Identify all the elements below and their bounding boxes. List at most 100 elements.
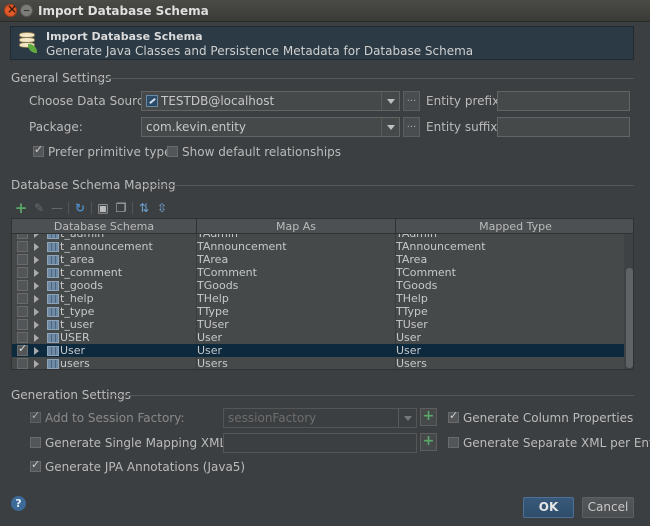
- row-checkbox[interactable]: [17, 358, 28, 369]
- table-row[interactable]: users Users Users: [12, 357, 624, 370]
- schema-cell: t_user: [60, 318, 94, 331]
- edit-icon[interactable]: ✎: [32, 201, 46, 215]
- schema-cell: t_comment: [60, 266, 123, 279]
- expand-arrow-icon[interactable]: [34, 334, 39, 342]
- column-properties-checkbox[interactable]: [448, 409, 459, 423]
- expand-arrow-icon[interactable]: [34, 360, 39, 368]
- session-factory-combo[interactable]: sessionFactory: [223, 408, 417, 428]
- row-checkbox[interactable]: [17, 241, 28, 252]
- table-row[interactable]: t_goods TGoods TGoods: [12, 279, 624, 292]
- table-row[interactable]: t_user TUser TUser: [12, 318, 624, 331]
- expand-arrow-icon[interactable]: [34, 243, 39, 251]
- row-checkbox[interactable]: [17, 293, 28, 304]
- row-checkbox[interactable]: [17, 306, 28, 317]
- schema-cell: t_goods: [60, 279, 103, 292]
- table-row[interactable]: t_area TArea TArea: [12, 253, 624, 266]
- mapped-type-cell: User: [396, 344, 422, 357]
- schema-cell: t_type: [60, 305, 95, 318]
- prefer-primitive-label: Prefer primitive types: [48, 145, 178, 159]
- help-icon[interactable]: ?: [11, 496, 26, 511]
- row-checkbox[interactable]: [17, 280, 28, 291]
- header-panel: Import Database Schema Generate Java Cla…: [10, 26, 634, 60]
- table-icon: [47, 359, 59, 369]
- row-checkbox[interactable]: [17, 267, 28, 278]
- map-as-cell: TAnnouncement: [197, 240, 287, 253]
- schema-cell: User: [60, 344, 86, 357]
- ok-button[interactable]: OK: [523, 497, 574, 518]
- header-subtitle: Generate Java Classes and Persistence Me…: [46, 44, 474, 58]
- chevron-down-icon[interactable]: [398, 409, 416, 427]
- table-row[interactable]: User User User: [12, 342, 624, 357]
- datasource-combo[interactable]: TESTDB@localhost: [141, 91, 400, 111]
- toolbar-separator: [91, 202, 92, 214]
- map-as-cell: TArea: [197, 253, 229, 266]
- add-single-mapping-button[interactable]: +: [420, 433, 437, 451]
- session-factory-checkbox[interactable]: [30, 409, 41, 423]
- mapped-type-cell: TAnnouncement: [396, 240, 486, 253]
- schema-cell: USER: [60, 331, 90, 344]
- toolbar-separator: [132, 202, 133, 214]
- table-row[interactable]: t_comment TComment TComment: [12, 266, 624, 279]
- separate-xml-checkbox[interactable]: [448, 437, 459, 448]
- row-checkbox[interactable]: [17, 342, 28, 356]
- expand-arrow-icon[interactable]: [34, 321, 39, 329]
- chevron-down-icon[interactable]: [381, 92, 399, 110]
- show-default-relationships-checkbox[interactable]: [167, 146, 178, 157]
- expand-arrow-icon[interactable]: [34, 269, 39, 277]
- map-as-cell: TGoods: [197, 279, 239, 292]
- column-header-mapped-type[interactable]: Mapped Type: [396, 219, 633, 234]
- prefer-primitive-checkbox[interactable]: [33, 143, 44, 157]
- schema-mapping-table[interactable]: Database Schema Map As Mapped Type t_adm…: [11, 218, 634, 370]
- expand-arrow-icon[interactable]: [34, 347, 39, 355]
- cancel-button[interactable]: Cancel: [582, 497, 634, 518]
- table-icon: [47, 281, 59, 291]
- entity-prefix-input[interactable]: [497, 91, 630, 111]
- title-bar: Import Database Schema: [0, 0, 650, 22]
- table-row[interactable]: t_type TType TType: [12, 305, 624, 318]
- mapped-type-cell: User: [396, 331, 422, 344]
- row-checkbox[interactable]: [17, 254, 28, 265]
- table-row[interactable]: USER User User: [12, 331, 624, 344]
- row-checkbox[interactable]: [17, 319, 28, 330]
- collapse-all-icon[interactable]: ⇳: [155, 201, 169, 215]
- single-mapping-checkbox[interactable]: [30, 437, 41, 448]
- schema-cell: t_help: [60, 292, 94, 305]
- mapped-type-cell: TComment: [396, 266, 456, 279]
- table-row[interactable]: t_help THelp THelp: [12, 292, 624, 305]
- separator: [96, 78, 634, 79]
- scrollbar-thumb[interactable]: [626, 268, 633, 368]
- add-icon[interactable]: +: [14, 201, 28, 216]
- column-header-map-as[interactable]: Map As: [197, 219, 396, 234]
- select-all-icon[interactable]: ▣: [96, 201, 110, 215]
- session-factory-value: sessionFactory: [228, 411, 317, 425]
- package-combo[interactable]: com.kevin.entity: [141, 117, 400, 137]
- entity-suffix-input[interactable]: [497, 117, 630, 137]
- datasource-browse-button[interactable]: ...: [403, 91, 420, 111]
- expand-all-icon[interactable]: ⇅: [137, 201, 151, 215]
- mapped-type-cell: TUser: [396, 318, 428, 331]
- expand-arrow-icon[interactable]: [34, 295, 39, 303]
- schema-cell: users: [60, 357, 90, 370]
- single-mapping-label: Generate Single Mapping XML:: [45, 436, 231, 450]
- column-properties-label: Generate Column Properties: [463, 411, 634, 425]
- single-mapping-input[interactable]: [223, 433, 417, 453]
- mapped-type-cell: THelp: [396, 292, 428, 305]
- expand-arrow-icon[interactable]: [34, 282, 39, 290]
- map-as-cell: TType: [197, 305, 229, 318]
- table-scrollbar[interactable]: [624, 234, 633, 369]
- refresh-icon[interactable]: ↻: [73, 201, 87, 215]
- table-icon: [47, 268, 59, 278]
- jpa-annotations-checkbox[interactable]: [30, 458, 41, 472]
- minimize-window-icon[interactable]: [20, 4, 33, 17]
- add-session-factory-button[interactable]: +: [420, 408, 437, 426]
- remove-icon[interactable]: —: [50, 201, 64, 215]
- expand-arrow-icon[interactable]: [34, 308, 39, 316]
- package-browse-button[interactable]: ...: [403, 117, 420, 137]
- unselect-all-icon[interactable]: ❐: [114, 201, 128, 215]
- close-window-icon[interactable]: [4, 2, 17, 17]
- chevron-down-icon[interactable]: [381, 118, 399, 136]
- column-header-database-schema[interactable]: Database Schema: [12, 219, 197, 234]
- expand-arrow-icon[interactable]: [34, 256, 39, 264]
- table-row[interactable]: t_announcement TAnnouncement TAnnouncement: [12, 240, 624, 253]
- map-as-cell: TUser: [197, 318, 229, 331]
